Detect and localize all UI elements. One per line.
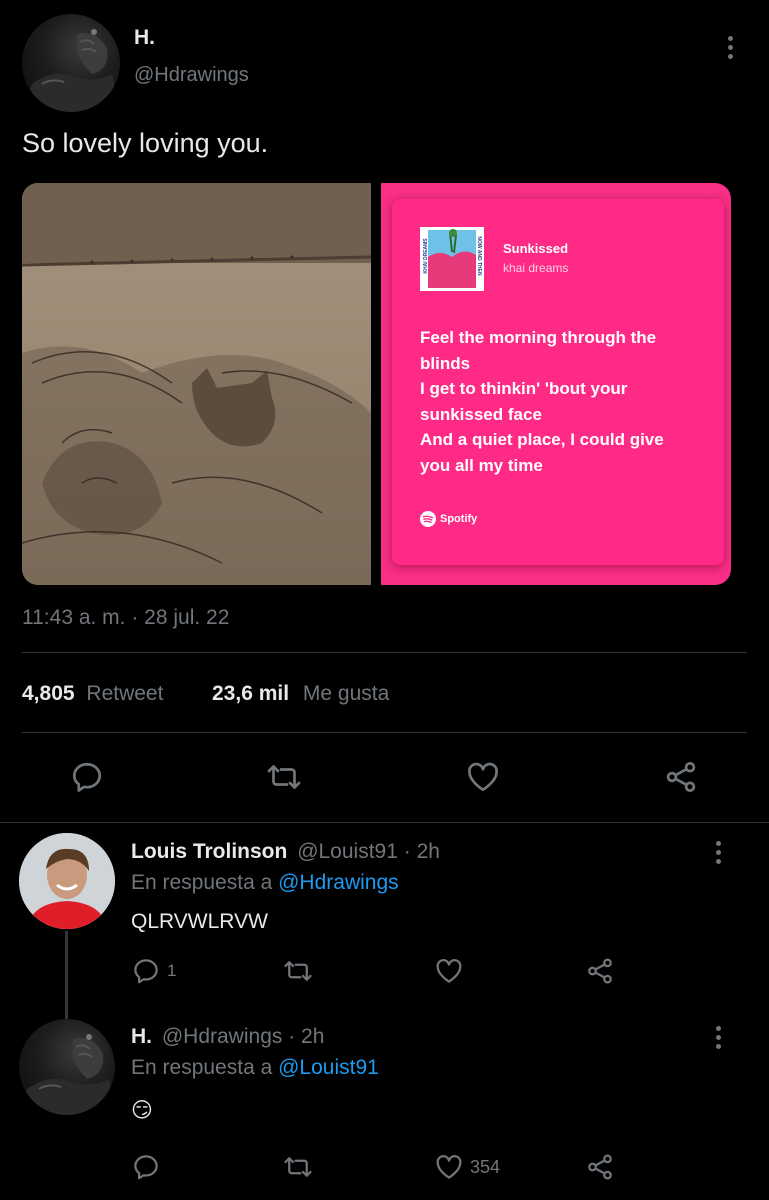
lyrics-line: Feel the morning through the <box>420 328 657 347</box>
reply-header: H. @Hdrawings · 2h <box>131 1025 324 1049</box>
tweet-media[interactable]: KHAI DREAMS NOW AND THEN Sunkissed khai … <box>22 183 731 585</box>
share-button[interactable] <box>663 759 699 795</box>
more-options-icon[interactable] <box>723 36 737 59</box>
sketch-image[interactable] <box>22 183 372 585</box>
spotify-icon <box>420 511 436 527</box>
like-count: 23,6 mil <box>212 682 290 705</box>
reply-author-handle[interactable]: @Louist91 <box>297 840 398 863</box>
reply-context-prefix: En respuesta a <box>131 871 273 894</box>
reply-to-link[interactable]: @Hdrawings <box>278 871 399 894</box>
reply-time[interactable]: · 2h <box>288 1025 324 1048</box>
like-button[interactable] <box>465 759 501 795</box>
like-label: Me gusta <box>302 682 390 705</box>
like-button[interactable]: 354 <box>434 1152 500 1182</box>
heart-icon <box>436 959 462 983</box>
reply-header: Louis Trolinson @Louist91 · 2h <box>131 840 440 864</box>
heart-icon <box>436 1155 462 1179</box>
album-cover-text-left: KHAI DREAMS <box>423 238 429 274</box>
spotify-brand-label: Spotify <box>440 513 478 525</box>
reply-count: 1 <box>167 961 177 980</box>
reply-text: 😏 <box>131 1099 153 1122</box>
share-icon <box>588 958 612 984</box>
reply-icon <box>134 959 158 984</box>
lyrics-line: And a quiet place, I could give <box>420 430 664 449</box>
reply-context-prefix: En respuesta a <box>131 1056 273 1079</box>
spotify-lyrics-image[interactable]: KHAI DREAMS NOW AND THEN Sunkissed khai … <box>381 183 731 585</box>
reply-text: QLRVWLRVW <box>131 910 268 933</box>
share-button[interactable] <box>585 956 615 986</box>
tweet-text: So lovely loving you. <box>22 128 269 158</box>
author-name[interactable]: H. <box>134 26 155 50</box>
reply-thread-line <box>65 931 68 1019</box>
retweet-stat[interactable]: 4,805 Retweet <box>22 682 163 706</box>
reply-icon <box>134 1155 158 1180</box>
album-cover: KHAI DREAMS NOW AND THEN <box>420 227 484 291</box>
divider <box>0 822 769 823</box>
retweet-count: 4,805 <box>22 682 75 705</box>
reply-button[interactable] <box>131 1152 161 1182</box>
reply-to-link[interactable]: @Louist91 <box>278 1056 379 1079</box>
lyrics-line: I get to thinkin' 'bout your <box>420 379 628 398</box>
song-artist: khai dreams <box>503 261 569 275</box>
reply-icon <box>72 762 102 792</box>
lyrics-line: you all my time <box>420 455 543 475</box>
share-icon <box>588 1154 612 1180</box>
share-button[interactable] <box>585 1152 615 1182</box>
reply-author-handle[interactable]: @Hdrawings <box>162 1025 283 1048</box>
retweet-icon <box>267 765 301 789</box>
reply-avatar[interactable] <box>19 833 115 929</box>
more-options-icon[interactable] <box>711 841 725 864</box>
heart-icon <box>468 762 498 792</box>
more-options-icon[interactable] <box>711 1026 725 1049</box>
retweet-icon <box>284 961 312 981</box>
reply-button[interactable] <box>69 759 105 795</box>
retweet-button[interactable] <box>282 1152 314 1182</box>
song-title: Sunkissed <box>503 241 569 256</box>
retweet-icon <box>284 1157 312 1177</box>
divider <box>22 652 747 653</box>
like-stat[interactable]: 23,6 mil Me gusta <box>212 682 389 706</box>
author-avatar[interactable] <box>22 14 120 112</box>
share-icon <box>666 762 696 792</box>
like-count: 354 <box>470 1156 501 1177</box>
reply-context: En respuesta a @Louist91 <box>131 1056 379 1080</box>
reply-context: En respuesta a @Hdrawings <box>131 871 399 895</box>
spotify-lyrics-card: KHAI DREAMS NOW AND THEN Sunkissed khai … <box>392 199 724 565</box>
retweet-label: Retweet <box>86 682 164 705</box>
reply-author-name[interactable]: Louis Trolinson <box>131 840 287 863</box>
lyrics: Feel the morning through the blinds I ge… <box>420 325 710 478</box>
reply-author-name[interactable]: H. <box>131 1025 152 1048</box>
divider <box>22 732 747 733</box>
author-handle[interactable]: @Hdrawings <box>134 64 249 87</box>
retweet-button[interactable] <box>265 759 303 795</box>
album-cover-text-right: NOW AND THEN <box>476 236 482 276</box>
reply-button[interactable]: 1 <box>131 956 176 986</box>
spotify-logo: Spotify <box>420 511 477 527</box>
tweet-timestamp[interactable]: 11:43 a. m. · 28 jul. 22 <box>22 606 229 630</box>
lyrics-line: blinds <box>420 353 471 373</box>
lyrics-line: sunkissed face <box>420 404 542 424</box>
retweet-button[interactable] <box>282 956 314 986</box>
reply-time[interactable]: · 2h <box>404 840 440 863</box>
reply-avatar[interactable] <box>19 1019 115 1115</box>
like-button[interactable] <box>434 956 464 986</box>
